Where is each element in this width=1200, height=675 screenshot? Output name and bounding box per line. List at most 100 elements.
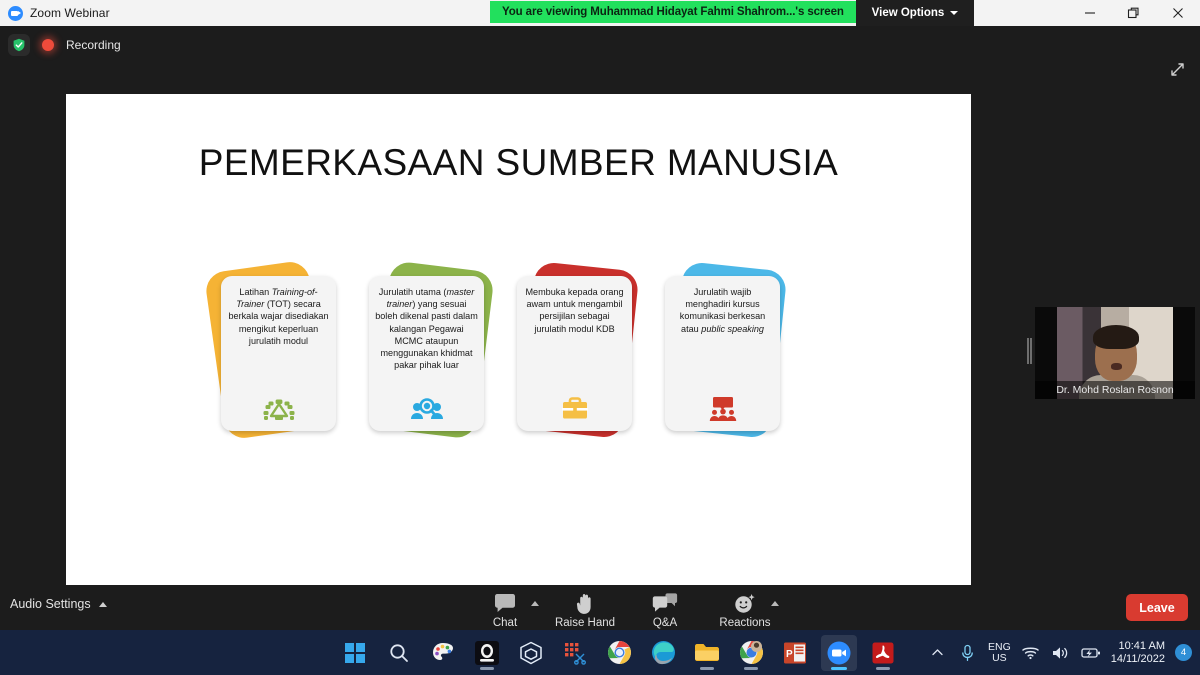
snipping-scissors-icon: [565, 642, 586, 665]
chevron-up-icon: [98, 601, 107, 607]
toolbar-chat-button[interactable]: Chat: [465, 588, 545, 629]
card-text-4: Jurulatih wajib menghadiri kursus komuni…: [679, 287, 766, 334]
3d-viewer-app[interactable]: [513, 635, 549, 671]
wifi-icon: [1022, 647, 1039, 660]
presentation-audience-icon: [707, 391, 739, 425]
video-person-mouth: [1111, 363, 1122, 370]
webcam-icon: [475, 640, 499, 665]
chrome-profile-app[interactable]: [733, 635, 769, 671]
zoom-toolbar: Audio Settings Chat Raise Hand Q&A React…: [0, 585, 1200, 630]
language-line-1: ENG: [987, 640, 1011, 653]
toolbar-reactions-label: Reactions: [719, 617, 771, 629]
notification-badge[interactable]: 4: [1175, 644, 1192, 661]
svg-text:P: P: [786, 649, 793, 660]
language-indicator[interactable]: ENG US: [987, 640, 1011, 664]
file-explorer-app[interactable]: [689, 635, 725, 671]
screen-share-text: You are viewing Muhammad Hidayat Fahmi S…: [502, 6, 844, 18]
taskbar-apps: P: [337, 630, 901, 675]
chevron-up-icon: [932, 649, 944, 656]
raise-hand-icon: [576, 594, 591, 614]
clock-time: 10:41 AM: [1118, 639, 1165, 652]
tray-overflow-button[interactable]: [928, 641, 948, 665]
close-button[interactable]: [1156, 0, 1200, 26]
conference-table-icon: [262, 391, 296, 425]
people-search-icon: [410, 391, 444, 425]
clock-date: 14/11/2022: [1110, 652, 1165, 665]
qa-bubbles-icon: [652, 593, 678, 612]
powerpoint-icon: P: [784, 642, 806, 663]
acrobat-icon: [872, 642, 894, 663]
shared-slide: PEMERKASAAN SUMBER MANUSIA Latihan Train…: [66, 94, 971, 608]
zoom-logo-icon: [8, 5, 23, 21]
snipping-tool-app[interactable]: [557, 635, 593, 671]
chrome-app[interactable]: [601, 635, 637, 671]
paint-palette-icon: [433, 642, 453, 660]
audio-settings-label: Audio Settings: [10, 597, 91, 611]
running-indicator: [700, 667, 714, 670]
running-indicator: [744, 667, 758, 670]
camera-app[interactable]: [469, 635, 505, 671]
powerpoint-app[interactable]: P: [777, 635, 813, 671]
card-body-3: Membuka kepada orang awam untuk mengambi…: [517, 276, 632, 431]
wifi-status-icon[interactable]: [1021, 641, 1041, 665]
card-body-2: Jurulatih utama (master trainer) yang se…: [369, 276, 484, 431]
participant-video-tile[interactable]: Dr. Mohd Roslan Rosnon: [1035, 307, 1195, 399]
folder-icon: [695, 643, 719, 661]
toolbar-qa-button[interactable]: Q&A: [625, 588, 705, 629]
toolbar-actions: Chat Raise Hand Q&A Reactions: [465, 588, 785, 629]
toolbar-qa-label: Q&A: [652, 617, 678, 629]
leave-button[interactable]: Leave: [1126, 594, 1188, 621]
paint-app[interactable]: [425, 635, 461, 671]
slide-card-group: Latihan Training-of-Trainer (TOT) secara…: [203, 259, 841, 464]
chrome-avatar-icon: [739, 641, 763, 664]
volume-status-icon[interactable]: [1051, 641, 1071, 665]
toolbar-reactions-button[interactable]: Reactions: [705, 588, 785, 629]
system-tray: ENG US 10:41 AM 14/11/2022 4: [928, 630, 1192, 675]
screen-share-banner: You are viewing Muhammad Hidayat Fahmi S…: [490, 1, 856, 23]
chrome-icon: [607, 641, 631, 664]
chevron-down-icon: [950, 11, 959, 15]
running-indicator: [480, 667, 494, 670]
title-bar-left: Zoom Webinar: [0, 5, 480, 21]
video-panel-grip[interactable]: [1027, 338, 1032, 364]
card-text-1: Latihan Training-of-Trainer (TOT) secara…: [228, 287, 329, 346]
start-button[interactable]: [337, 635, 373, 671]
windows-taskbar: P ENG US 10:41 AM 14/11/2022 4: [0, 630, 1200, 675]
zoom-icon: [827, 641, 851, 664]
slide-title: PEMERKASAAN SUMBER MANUSIA: [198, 142, 839, 183]
acrobat-app[interactable]: [865, 635, 901, 671]
clock[interactable]: 10:41 AM 14/11/2022: [1111, 640, 1165, 666]
chevron-up-icon[interactable]: [531, 601, 539, 606]
video-person-hair: [1093, 325, 1139, 349]
cube-3d-icon: [520, 641, 542, 664]
briefcase-icon: [559, 391, 591, 425]
language-line-2: US: [992, 651, 1007, 664]
view-options-label: View Options: [871, 7, 945, 19]
restore-button[interactable]: [1112, 0, 1156, 26]
expand-arrows-icon[interactable]: [1164, 56, 1190, 82]
screen-root: Zoom Webinar You are viewing Muhammad Hi…: [0, 0, 1200, 675]
chevron-up-icon[interactable]: [771, 601, 779, 606]
toolbar-raise-hand-button[interactable]: Raise Hand: [545, 588, 625, 629]
battery-status-icon[interactable]: [1081, 641, 1101, 665]
edge-app[interactable]: [645, 635, 681, 671]
card-text-3: Membuka kepada orang awam untuk mengambi…: [525, 287, 624, 334]
card-body-1: Latihan Training-of-Trainer (TOT) secara…: [221, 276, 336, 431]
participant-name-label: Dr. Mohd Roslan Rosnon: [1035, 381, 1195, 399]
shield-check-icon[interactable]: [8, 34, 30, 56]
slide-card-1: Latihan Training-of-Trainer (TOT) secara…: [203, 259, 341, 464]
running-indicator: [876, 667, 890, 670]
zoom-app[interactable]: [821, 634, 857, 671]
toolbar-raise-hand-label: Raise Hand: [554, 617, 616, 629]
search-icon: [390, 643, 408, 662]
slide-card-3: Membuka kepada orang awam untuk mengambi…: [517, 261, 640, 464]
card-body-4: Jurulatih wajib menghadiri kursus komuni…: [665, 276, 780, 431]
minimize-button[interactable]: [1068, 0, 1112, 26]
card-text-2: Jurulatih utama (master trainer) yang se…: [375, 287, 478, 371]
audio-settings-button[interactable]: Audio Settings: [10, 597, 107, 611]
record-dot-icon: [40, 37, 56, 53]
chat-bubble-icon: [495, 594, 515, 612]
search-button[interactable]: [381, 635, 417, 671]
view-options-button[interactable]: View Options: [856, 0, 974, 26]
microphone-status-icon[interactable]: [958, 641, 978, 665]
